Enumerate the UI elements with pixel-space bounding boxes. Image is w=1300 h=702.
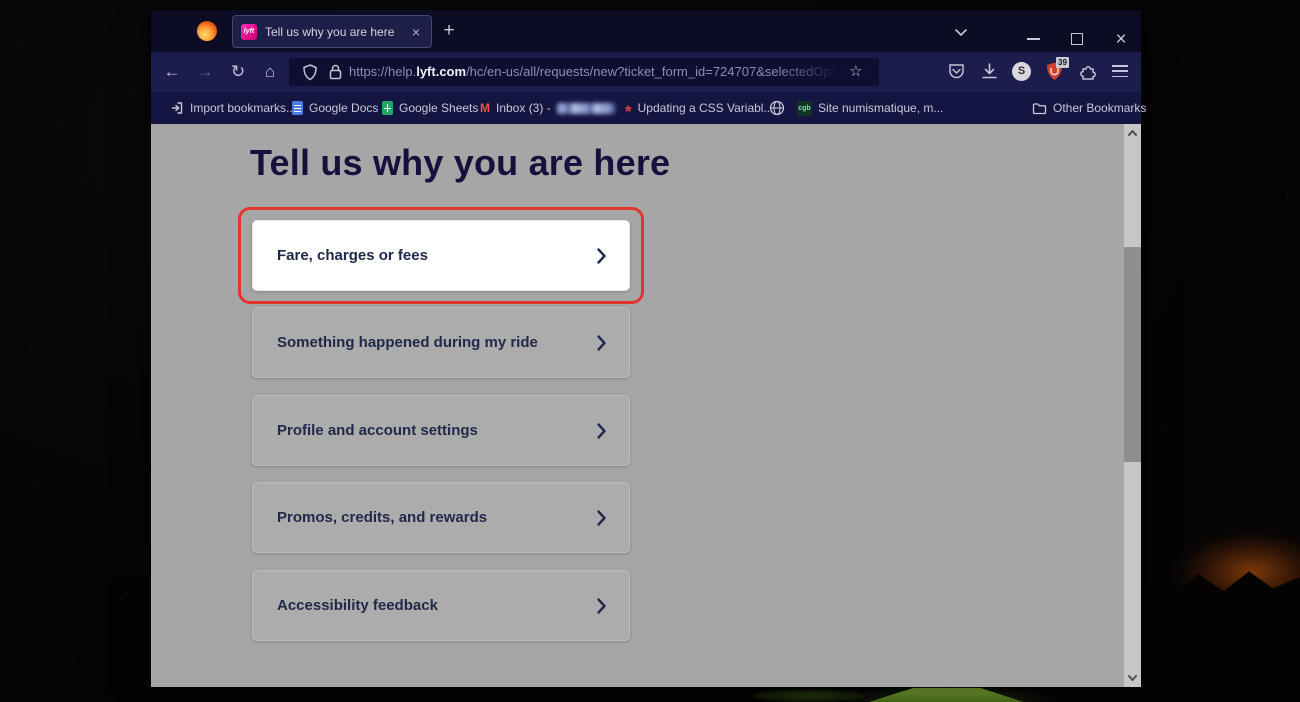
option-label: Profile and account settings [277, 422, 596, 439]
option-label: Something happened during my ride [277, 334, 596, 351]
chevron-right-icon [596, 334, 607, 352]
browser-tab[interactable]: lyft Tell us why you are here × [232, 15, 432, 48]
option-label: Promos, credits, and rewards [277, 509, 596, 526]
bookmark-numismatique[interactable]: cgb Site numismatique, m... [797, 92, 943, 124]
minimize-button[interactable] [1027, 38, 1040, 40]
window-close-button[interactable]: × [1110, 29, 1132, 51]
bookmark-google-sheets[interactable]: Google Sheets [382, 92, 478, 124]
scrollbar-thumb[interactable] [1124, 247, 1141, 462]
back-button[interactable]: ← [160, 61, 184, 83]
redacted-text [557, 103, 615, 114]
pocket-icon[interactable] [947, 62, 966, 81]
ublock-extension-icon[interactable]: 39 [1046, 62, 1063, 81]
extension-badge: 39 [1056, 57, 1069, 68]
page-scrollbar[interactable] [1124, 124, 1141, 687]
desktop-background: lyft Tell us why you are here × + × ← → … [0, 0, 1300, 702]
downloads-icon[interactable] [980, 62, 999, 81]
bookmarks-toolbar: Import bookmarks... Google Docs Google S… [151, 92, 1141, 124]
asterisk-icon: * [625, 107, 632, 117]
maximize-button[interactable] [1071, 33, 1083, 45]
starfield [0, 0, 1, 1]
url-text: https://help.lyft.com/hc/en-us/all/reque… [349, 64, 844, 79]
import-icon [170, 101, 184, 115]
option-profile-account[interactable]: Profile and account settings [252, 395, 630, 466]
bookmark-css-variable[interactable]: * Updating a CSS Variabl... [625, 92, 773, 124]
url-bar[interactable]: https://help.lyft.com/hc/en-us/all/reque… [289, 58, 879, 86]
option-fare-charges-fees[interactable]: Fare, charges or fees [252, 220, 630, 291]
reload-button[interactable]: ↻ [226, 61, 250, 83]
extensions-puzzle-icon[interactable] [1079, 62, 1098, 81]
page-content: Tell us why you are here Fare, charges o… [151, 124, 1141, 687]
bookmark-inbox[interactable]: M Inbox (3) - [480, 92, 615, 124]
firefox-icon [197, 21, 217, 41]
scroll-up-icon[interactable] [1127, 129, 1138, 137]
globe-icon [769, 100, 785, 116]
forward-button[interactable]: → [193, 61, 217, 83]
bookmark-globe[interactable] [769, 92, 785, 124]
option-accessibility-feedback[interactable]: Accessibility feedback [252, 570, 630, 641]
option-promos-credits[interactable]: Promos, credits, and rewards [252, 482, 630, 553]
bookmark-star-icon[interactable]: ☆ [849, 62, 862, 80]
home-button[interactable]: ⌂ [258, 61, 282, 83]
cgb-icon: cgb [797, 101, 812, 116]
tab-list-chevron-icon[interactable] [952, 27, 970, 37]
tab-title: Tell us why you are here [265, 25, 409, 39]
bookmark-import[interactable]: Import bookmarks... [170, 92, 296, 124]
shield-permissions-icon[interactable] [302, 64, 318, 81]
page-title: Tell us why you are here [250, 142, 670, 184]
google-sheets-icon [382, 101, 393, 115]
chevron-right-icon [596, 509, 607, 527]
browser-window: lyft Tell us why you are here × + × ← → … [151, 10, 1141, 687]
lyft-favicon-icon: lyft [241, 24, 257, 40]
tab-close-icon[interactable]: × [409, 23, 423, 41]
chevron-right-icon [596, 422, 607, 440]
startpage-extension-icon[interactable]: S [1012, 62, 1031, 81]
chevron-right-icon [596, 597, 607, 615]
lock-icon[interactable] [328, 64, 343, 80]
google-docs-icon [292, 101, 303, 115]
new-tab-button[interactable]: + [438, 20, 460, 42]
option-label: Accessibility feedback [277, 597, 596, 614]
menu-hamburger-icon[interactable] [1112, 65, 1128, 77]
option-something-happened[interactable]: Something happened during my ride [252, 307, 630, 378]
option-label: Fare, charges or fees [277, 247, 596, 264]
folder-icon [1032, 102, 1047, 115]
gmail-icon: M [480, 101, 490, 115]
bookmark-google-docs[interactable]: Google Docs [292, 92, 378, 124]
scroll-down-icon[interactable] [1127, 674, 1138, 682]
titlebar: lyft Tell us why you are here × + × [151, 10, 1141, 52]
navigation-toolbar: ← → ↻ ⌂ https://help.lyft.com/hc/en-us/a… [151, 52, 1141, 92]
chevron-right-icon [596, 247, 607, 265]
other-bookmarks[interactable]: Other Bookmarks [1032, 92, 1146, 124]
